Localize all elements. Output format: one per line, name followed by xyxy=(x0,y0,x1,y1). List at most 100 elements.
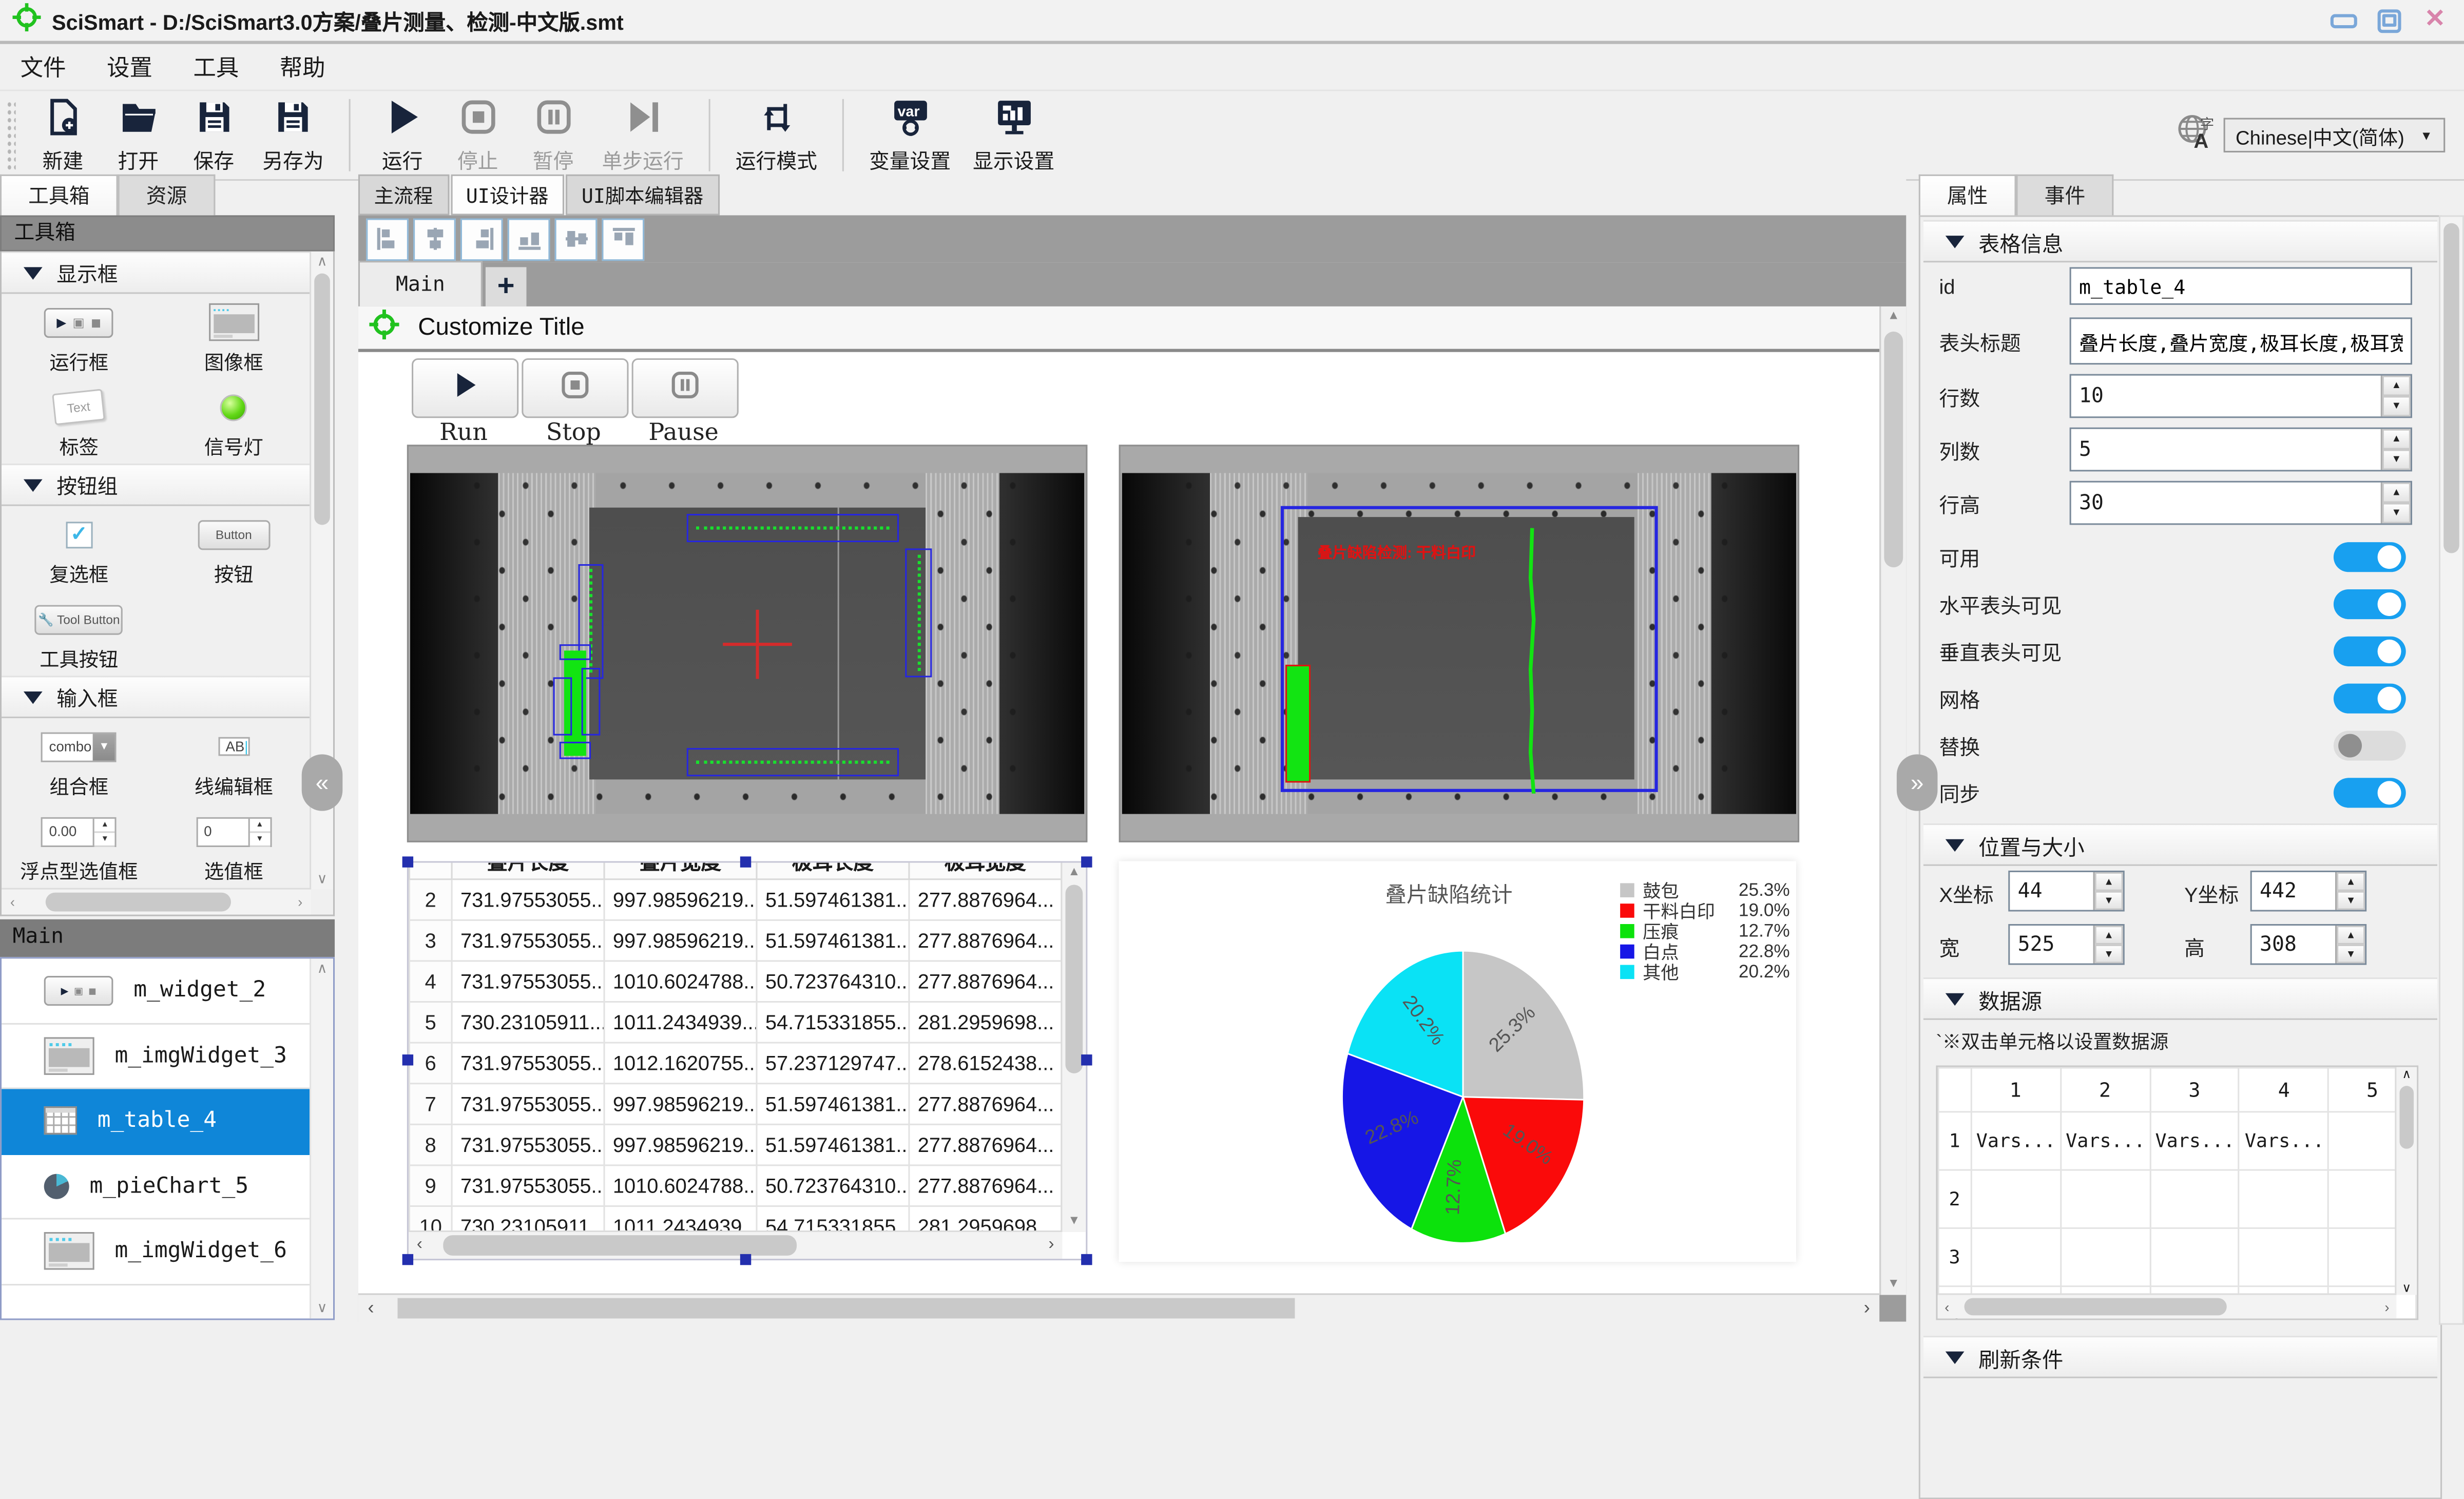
table-row[interactable]: 7 731.97553055... 997.98596219... 51.597461… xyxy=(408,1083,1063,1125)
spin-up-icon[interactable]: ▲ xyxy=(2337,926,2365,945)
tab-工具箱[interactable]: 工具箱 xyxy=(0,174,118,216)
spin-down-icon[interactable]: ▼ xyxy=(2337,891,2365,910)
align-button-align-top[interactable] xyxy=(602,217,645,260)
spin-down-icon[interactable]: ▼ xyxy=(2382,503,2411,524)
section-header-刷新条件[interactable]: 刷新条件 xyxy=(1923,1336,2437,1378)
toolbox-item-复选框[interactable]: ✓ 复选框 xyxy=(2,506,157,591)
spin-down-icon[interactable]: ▼ xyxy=(2094,891,2123,910)
toggle-网格[interactable] xyxy=(2333,683,2406,713)
toolbox-item-运行框[interactable]: ▶ ▣ ◼ 运行框 xyxy=(2,294,157,378)
property-spinbox-列数[interactable]: 5 ▲ ▼ xyxy=(2069,427,2412,472)
close-button[interactable]: ✕ xyxy=(2421,7,2448,32)
toolbox-section-输入框[interactable]: 输入框 xyxy=(2,676,312,718)
toolbox-item-线编辑框[interactable]: AB| 线编辑框 xyxy=(157,718,312,803)
spinbox-arrows[interactable]: ▲ ▼ xyxy=(2335,872,2365,910)
datasource-row[interactable]: 3 xyxy=(1937,1227,2417,1287)
spin-down-icon[interactable]: ▼ xyxy=(2382,449,2411,470)
toolbox-item-标签[interactable]: Text 标签 xyxy=(2,379,157,464)
collapse-left-panel-button[interactable]: « xyxy=(301,754,343,811)
tree-item-m_widget_2[interactable]: ▶ ▣ ◼ m_widget_2 xyxy=(2,958,312,1024)
toggle-可用[interactable] xyxy=(2333,541,2406,571)
toolbox-section-显示框[interactable]: 显示框 xyxy=(2,251,312,294)
toolbox-item-图像框[interactable]: ▪▪▪▪ 图像框 xyxy=(157,294,312,378)
language-selector[interactable]: Chinese|中文(简体) ▼ xyxy=(2223,118,2446,152)
table-row[interactable]: 10 730.23105911... 1011.2434939... 54.71533… xyxy=(408,1205,1063,1232)
section-header-位置与大小[interactable]: 位置与大小 xyxy=(1923,823,2437,866)
toolbox-item-按钮[interactable]: Button 按钮 xyxy=(157,506,312,591)
table-vertical-scrollbar[interactable]: ▲ ▼ xyxy=(1061,862,1086,1232)
property-spinbox-行高[interactable]: 30 ▲ ▼ xyxy=(2069,481,2412,525)
toolbox-item-工具按钮[interactable]: 🔧 Tool Button 工具按钮 xyxy=(2,591,157,676)
toolbar-button-new-file[interactable]: 新建 xyxy=(36,97,89,174)
image-widget-3[interactable] xyxy=(407,445,1088,842)
toolbox-item-组合框[interactable]: combo ▼ 组合框 xyxy=(2,718,157,803)
toggle-同步[interactable] xyxy=(2333,777,2406,807)
spin-down-icon[interactable]: ▼ xyxy=(2337,944,2365,964)
design-stop-button[interactable] xyxy=(522,358,629,418)
properties-vertical-scrollbar[interactable] xyxy=(2439,215,2464,1325)
toolbar-button-run-mode[interactable]: 运行模式 xyxy=(736,97,817,174)
table-column-header[interactable]: 叠片宽度 xyxy=(603,862,758,880)
property-spinbox-行数[interactable]: 10 ▲ ▼ xyxy=(2069,374,2412,418)
toolbar-button-display-settings[interactable]: 显示设置 xyxy=(973,97,1054,174)
tab-UI脚本编辑器[interactable]: UI脚本编辑器 xyxy=(566,174,719,216)
toolbox-horizontal-scrollbar[interactable]: ‹ › xyxy=(2,888,312,915)
spin-up-icon[interactable]: ▲ xyxy=(2094,872,2123,891)
datasource-row[interactable]: 2 xyxy=(1937,1169,2417,1229)
minimize-button[interactable] xyxy=(2330,9,2357,32)
property-input-id[interactable] xyxy=(2069,267,2412,305)
spinbox-arrows[interactable]: ▲ ▼ xyxy=(2380,482,2411,524)
design-run-button[interactable] xyxy=(412,358,519,418)
geometry-spinbox-Y坐标[interactable]: 442 ▲ ▼ xyxy=(2250,870,2367,912)
spinbox-arrows[interactable]: ▲ ▼ xyxy=(2093,926,2123,964)
toolbox-section-按钮组[interactable]: 按钮组 xyxy=(2,464,312,506)
toolbar-button-save-as[interactable]: 另存为 xyxy=(262,97,324,174)
table-row[interactable]: 5 730.23105911... 1011.2434939... 54.715331… xyxy=(408,1001,1063,1044)
table-column-header[interactable]: 叠片长度 xyxy=(451,862,605,880)
toolbar-button-stop[interactable]: 停止 xyxy=(451,97,505,174)
align-button-align-left[interactable] xyxy=(366,217,409,260)
spin-down-icon[interactable]: ▼ xyxy=(2094,944,2123,964)
align-button-align-bottom[interactable] xyxy=(507,217,550,260)
table-column-header[interactable]: 极耳长度 xyxy=(756,862,910,880)
table-row[interactable]: 4 731.97553055... 1010.6024788... 50.723764… xyxy=(408,960,1063,1003)
spin-up-icon[interactable]: ▲ xyxy=(2382,375,2411,396)
table-horizontal-scrollbar[interactable]: ‹ › xyxy=(408,1230,1063,1259)
tab-事件[interactable]: 事件 xyxy=(2016,174,2114,216)
spinbox-arrows[interactable]: ▲ ▼ xyxy=(2335,926,2365,964)
align-button-align-center-h[interactable] xyxy=(413,217,456,260)
table-column-header[interactable]: 极耳宽度 xyxy=(908,862,1063,880)
datasource-vertical-scrollbar[interactable]: ∧ ∨ xyxy=(2395,1067,2417,1295)
align-button-align-middle[interactable] xyxy=(554,217,598,260)
spin-up-icon[interactable]: ▲ xyxy=(2094,926,2123,945)
toggle-垂直表头可见[interactable] xyxy=(2333,636,2406,666)
table-row[interactable]: 8 731.97553055... 997.98596219... 51.597461… xyxy=(408,1123,1063,1166)
menu-item-file[interactable]: 文件 xyxy=(21,50,66,83)
geometry-spinbox-宽[interactable]: 525 ▲ ▼ xyxy=(2008,924,2125,965)
toolbox-item-选值框[interactable]: 0 ▲ ▼ 选值框 xyxy=(157,803,312,888)
tab-属性[interactable]: 属性 xyxy=(1918,174,2016,216)
spin-up-icon[interactable]: ▲ xyxy=(2382,482,2411,503)
tree-item-m_table_4[interactable]: m_table_4 xyxy=(2,1089,312,1155)
toolbar-button-pause[interactable]: 暂停 xyxy=(527,97,580,174)
table-widget-m-table-4[interactable]: 叠片长度叠片宽度极耳长度极耳宽度2731.97553055...997.9859… xyxy=(402,856,1092,1265)
canvas-horizontal-scrollbar[interactable]: ‹ › xyxy=(358,1293,1880,1322)
toolbox-item-浮点型选值框[interactable]: 0.00 ▲ ▼ 浮点型选值框 xyxy=(2,803,157,888)
tree-item-m_imgWidget_6[interactable]: ▪▪▪▪ m_imgWidget_6 xyxy=(2,1220,312,1285)
toolbar-button-save[interactable]: 保存 xyxy=(187,97,240,174)
table-row[interactable]: 2 731.97553055... 997.98596219... 51.597461… xyxy=(408,878,1063,921)
spinbox-arrows[interactable]: ▲ ▼ xyxy=(2380,429,2411,470)
toolbar-button-step-run[interactable]: 单步运行 xyxy=(602,97,684,174)
pie-chart-widget-m-pieChart-5[interactable]: 叠片缺陷统计 25.3% 19.0% 12.7% 22.8% 20.2% 鼓包 25.3%… xyxy=(1119,861,1796,1262)
geometry-spinbox-高[interactable]: 308 ▲ ▼ xyxy=(2250,924,2367,965)
table-row[interactable]: 6 731.97553055... 1012.1620755... 57.237129… xyxy=(408,1042,1063,1085)
spinbox-arrows[interactable]: ▲ ▼ xyxy=(2380,375,2411,417)
toolbar-button-open-folder[interactable]: 打开 xyxy=(111,97,165,174)
doc-tab-main[interactable]: Main xyxy=(358,261,483,306)
add-page-button[interactable]: + xyxy=(485,267,527,306)
datasource-row[interactable]: 1 Vars... Vars... Vars... Vars... xyxy=(1937,1111,2417,1171)
datasource-table[interactable]: 123451Vars...Vars...Vars...Vars...234∧∨‹… xyxy=(1936,1065,2419,1320)
tree-vertical-scrollbar[interactable]: ∧ ∨ xyxy=(310,958,333,1319)
spinbox-arrows[interactable]: ▲ ▼ xyxy=(2093,872,2123,910)
toolbar-button-variable-settings[interactable]: var 变量设置 xyxy=(869,97,951,174)
